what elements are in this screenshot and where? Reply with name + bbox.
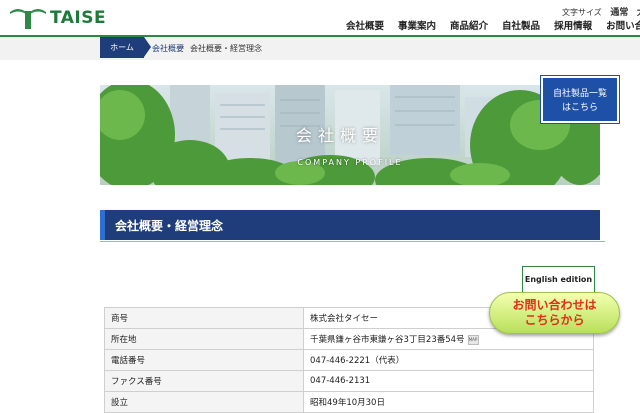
table-row: 設立 昭和49年10月30日 — [104, 391, 594, 413]
table-row: ファクス番号 047-446-2131 — [104, 370, 594, 392]
font-size-normal[interactable]: 通常 — [610, 8, 628, 18]
row-value: 昭和49年10月30日 — [303, 391, 594, 413]
breadcrumb-company[interactable]: 会社概要 — [152, 43, 184, 54]
font-size-switcher: 文字サイズ 通常 大 — [562, 5, 640, 18]
breadcrumb-home[interactable]: ホーム — [100, 37, 151, 58]
site-header: TAISE 文字サイズ 通常 大 会社概要 事業案内 商品紹介 自社製品 採用情… — [0, 0, 640, 36]
row-label: 設立 — [104, 391, 304, 413]
contact-floating-button[interactable]: お問い合わせは こちらから — [489, 292, 620, 334]
logo-text: TAISE — [50, 8, 107, 28]
nav-business[interactable]: 事業案内 — [398, 18, 436, 32]
site-logo[interactable]: TAISE — [8, 5, 106, 31]
english-edition-button[interactable]: English edition — [522, 266, 595, 293]
row-label: 電話番号 — [104, 349, 304, 371]
contact-line2: こちらから — [524, 313, 585, 327]
contact-line1: お問い合わせは — [512, 298, 597, 312]
map-icon[interactable]: MAP — [467, 334, 479, 345]
row-label: 商号 — [104, 307, 304, 329]
nav-products[interactable]: 商品紹介 — [450, 18, 488, 32]
own-products-line2: はこちら — [561, 103, 598, 113]
row-label: ファクス番号 — [104, 370, 304, 392]
nav-recruit[interactable]: 採用情報 — [554, 18, 592, 32]
row-value: 千葉県鎌ヶ谷市東鎌ヶ谷3丁目23番54号 — [310, 335, 465, 345]
breadcrumb — [0, 37, 640, 60]
logo-leaf-icon — [8, 6, 48, 30]
nav-contact[interactable]: お問い合 — [606, 18, 640, 32]
table-row: 電話番号 047-446-2221（代表） — [104, 349, 594, 371]
row-value: 047-446-2131 — [303, 370, 594, 392]
own-products-line1: 自社製品一覧 — [552, 89, 607, 99]
section-heading: 会社概要・経営理念 — [100, 210, 605, 242]
breadcrumb-current: 会社概要・経営理念 — [190, 44, 262, 53]
own-products-button[interactable]: 自社製品一覧 はこちら — [540, 75, 620, 124]
hero-subtitle: COMPANY PROFILE — [297, 158, 403, 167]
hero-title: 会社概要 — [295, 126, 384, 145]
row-value: 047-446-2221（代表） — [303, 349, 594, 371]
font-size-label: 文字サイズ — [562, 8, 602, 17]
nav-company[interactable]: 会社概要 — [346, 18, 384, 32]
global-nav: 会社概要 事業案内 商品紹介 自社製品 採用情報 お問い合 — [346, 18, 640, 32]
nav-own-products[interactable]: 自社製品 — [502, 18, 540, 32]
breadcrumb-separator-icon: › — [181, 42, 185, 51]
row-label: 所在地 — [104, 328, 304, 350]
